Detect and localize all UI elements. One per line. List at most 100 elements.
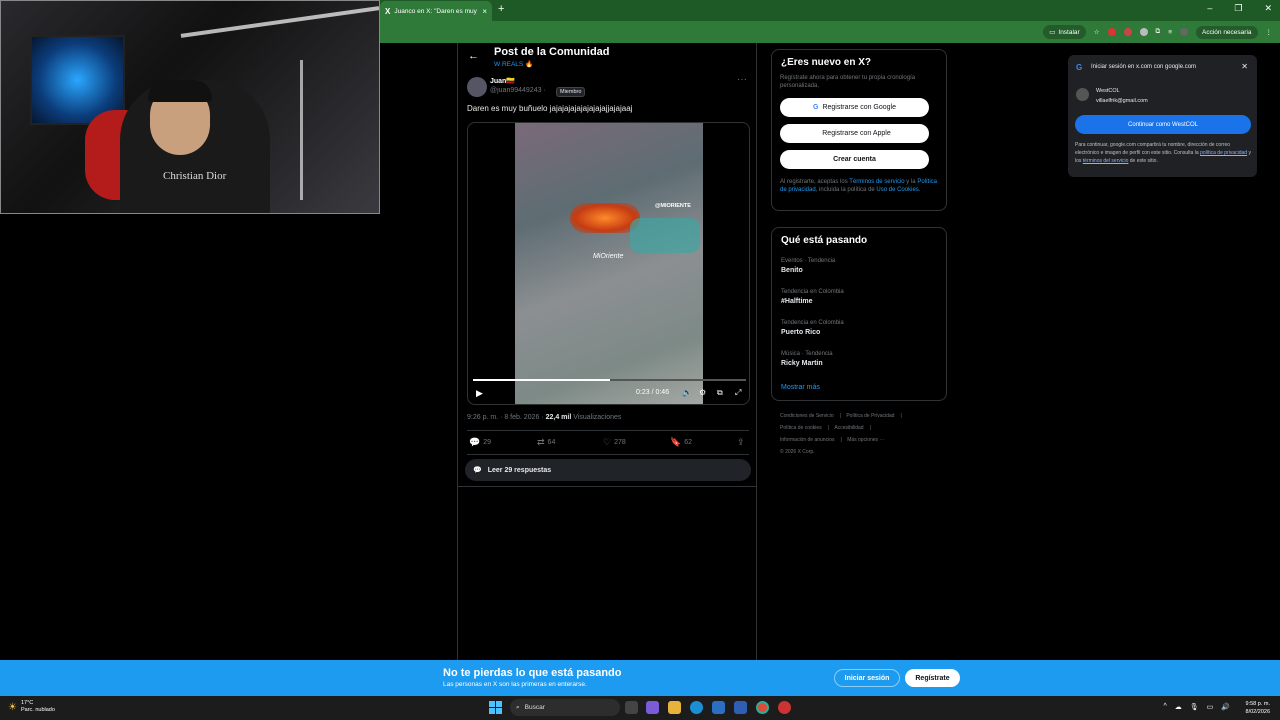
browser-tab[interactable]: X Juanco en X: "Daren es muy bu × [380, 1, 492, 21]
trend-item[interactable]: Tendencia en Colombia Puerto Rico [781, 320, 844, 336]
bookmark-star-icon[interactable]: ☆ [1094, 28, 1100, 36]
mic-icon[interactable]: 🎙 [1190, 703, 1199, 711]
popup-title: Iniciar sesión en x.com con google.com [1091, 64, 1197, 70]
speech-bubble-icon: 💬 [473, 467, 482, 474]
cloud-icon[interactable]: ☁ [1175, 703, 1182, 711]
media-controls-icon[interactable]: ≡ [1168, 29, 1172, 36]
divider [467, 430, 749, 431]
video-progress-fill [473, 379, 610, 381]
privacy-policy-link[interactable]: política de privacidad [1200, 150, 1247, 156]
avatar[interactable] [467, 77, 487, 97]
footer-more-options[interactable]: Más opciones ··· [847, 437, 884, 443]
volume-icon[interactable]: 🔈 [682, 388, 692, 397]
community-link[interactable]: W REALS 🔥 [494, 60, 533, 68]
banner-subtitle: Las personas en X son las primeras en en… [443, 681, 587, 688]
account-name: WestCOL [1096, 88, 1120, 94]
app-icon[interactable] [778, 701, 791, 714]
window-controls: – ❐ ✕ [1207, 3, 1272, 14]
tab-close-icon[interactable]: × [482, 7, 487, 16]
video-progress-bar[interactable] [473, 379, 746, 381]
create-account-button[interactable]: Crear cuenta [780, 150, 929, 169]
footer-link[interactable]: Información de anuncios [780, 437, 834, 443]
continue-as-button[interactable]: Continuar como WestCOL [1075, 115, 1251, 134]
pip-icon[interactable]: ⧉ [717, 388, 723, 398]
new-tab-button[interactable]: + [498, 3, 504, 15]
author-handle[interactable]: @juan99449243 · [490, 87, 546, 94]
tweet-timestamp[interactable]: 9:26 p. m. · 8 feb. 2026 · [467, 414, 544, 421]
search-placeholder: Buscar [524, 704, 545, 711]
chrome-icon[interactable] [756, 701, 769, 714]
install-button[interactable]: ▭ Instalar [1043, 25, 1086, 39]
play-icon[interactable]: ▶ [476, 388, 483, 399]
video-frame[interactable]: @MIORIENTE MiOriente [515, 123, 703, 404]
trend-name: Ricky Martin [781, 360, 823, 367]
windows-start-icon[interactable] [489, 701, 502, 714]
close-window-button[interactable]: ✕ [1264, 3, 1272, 14]
share-button[interactable]: ⇪ [737, 437, 745, 448]
terms-of-service-link[interactable]: términos del servicio [1083, 158, 1129, 164]
taskbar-search[interactable]: ⌕ Buscar [510, 699, 620, 716]
video-controls: ▶ 0:23 / 0:46 🔈 ⚙ ⧉ ⤢ [468, 386, 749, 402]
extension-icon[interactable] [1123, 28, 1132, 36]
trend-name: Benito [781, 267, 803, 274]
tray-chevron-icon[interactable]: ^ [1163, 703, 1166, 711]
trend-category: Eventos · Tendencia [781, 258, 836, 264]
video-car-teal [630, 218, 700, 253]
copilot-icon[interactable] [646, 701, 659, 714]
footer-link[interactable]: Accesibilidad [834, 425, 863, 431]
bookmark-button[interactable]: 🔖 62 [670, 437, 692, 448]
more-options-icon[interactable]: ··· [737, 74, 747, 85]
network-icon[interactable]: ▭ [1207, 703, 1214, 711]
author-name[interactable]: Juan🇨🇴 [490, 77, 515, 85]
popup-close-icon[interactable]: ✕ [1241, 62, 1248, 71]
system-tray: ^ ☁ 🎙 ▭ 🔊 [1163, 703, 1230, 711]
profile-avatar[interactable] [1180, 28, 1188, 36]
login-button[interactable]: Iniciar sesión [834, 669, 900, 687]
file-explorer-icon[interactable] [668, 701, 681, 714]
heart-icon: ♡ [603, 437, 612, 447]
bookmark-icon: 🔖 [670, 437, 682, 447]
show-more-link[interactable]: Mostrar más [781, 384, 820, 391]
search-icon: ⌕ [516, 703, 520, 711]
fullscreen-icon[interactable]: ⤢ [735, 388, 741, 398]
tab-title: Juanco en X: "Daren es muy bu [394, 7, 479, 15]
trend-item[interactable]: Tendencia en Colombia #Halftime [781, 289, 844, 305]
like-button[interactable]: ♡ 278 [603, 437, 626, 448]
back-arrow-icon[interactable]: ← [468, 50, 479, 62]
video-player[interactable]: @MIORIENTE MiOriente ▶ 0:23 / 0:46 🔈 ⚙ ⧉… [467, 122, 750, 405]
settings-gear-icon[interactable]: ⚙ [699, 388, 706, 397]
edge-icon[interactable] [690, 701, 703, 714]
trend-item[interactable]: Eventos · Tendencia Benito [781, 258, 835, 274]
x-favicon-icon: X [385, 6, 391, 16]
views-count: 22,4 mil [545, 414, 572, 421]
trend-item[interactable]: Música · Tendencia Ricky Martin [781, 351, 833, 367]
footer-link[interactable]: Condiciones de Servicio [780, 413, 834, 419]
tweet-text: Daren es muy buñuelo jajajajajajajajajaj… [467, 104, 633, 113]
shirt-text: Christian Dior [163, 170, 227, 182]
minimize-button[interactable]: – [1207, 3, 1212, 14]
store-icon[interactable] [712, 701, 725, 714]
task-view-icon[interactable] [625, 701, 638, 714]
taskbar-clock[interactable]: 9:58 p. m. 8/02/2026 [1246, 700, 1270, 716]
reply-button[interactable]: 💬 29 [469, 437, 491, 448]
google-icon: G [813, 104, 819, 111]
extension-icon[interactable] [1107, 28, 1116, 36]
action-needed-button[interactable]: Acción necesaria [1196, 25, 1258, 39]
terms-link[interactable]: Términos de servicio [849, 179, 904, 185]
extension-icon[interactable] [1139, 28, 1148, 36]
popup-fine-print: Para continuar, google.com compartirá tu… [1075, 141, 1253, 165]
cookies-link[interactable]: Uso de Cookies. [876, 187, 920, 193]
signup-apple-button[interactable]: Registrarse con Apple [780, 124, 929, 143]
app-icon[interactable] [734, 701, 747, 714]
volume-icon[interactable]: 🔊 [1221, 703, 1230, 711]
weather-widget[interactable]: ☀ 17°C Parc. nublado [8, 700, 55, 714]
extensions-puzzle-icon[interactable]: ⧉ [1156, 28, 1161, 36]
browser-menu-icon[interactable]: ⋮ [1266, 28, 1273, 36]
maximize-button[interactable]: ❐ [1234, 3, 1242, 14]
footer-link[interactable]: Política de cookies [780, 425, 822, 431]
signup-google-button[interactable]: G Registrarse con Google [780, 98, 929, 117]
read-replies-button[interactable]: 💬 Leer 29 respuestas [465, 459, 751, 481]
repost-button[interactable]: ⇄ 64 [537, 437, 555, 448]
footer-link[interactable]: Política de Privacidad [846, 413, 894, 419]
register-button[interactable]: Regístrate [905, 669, 960, 687]
